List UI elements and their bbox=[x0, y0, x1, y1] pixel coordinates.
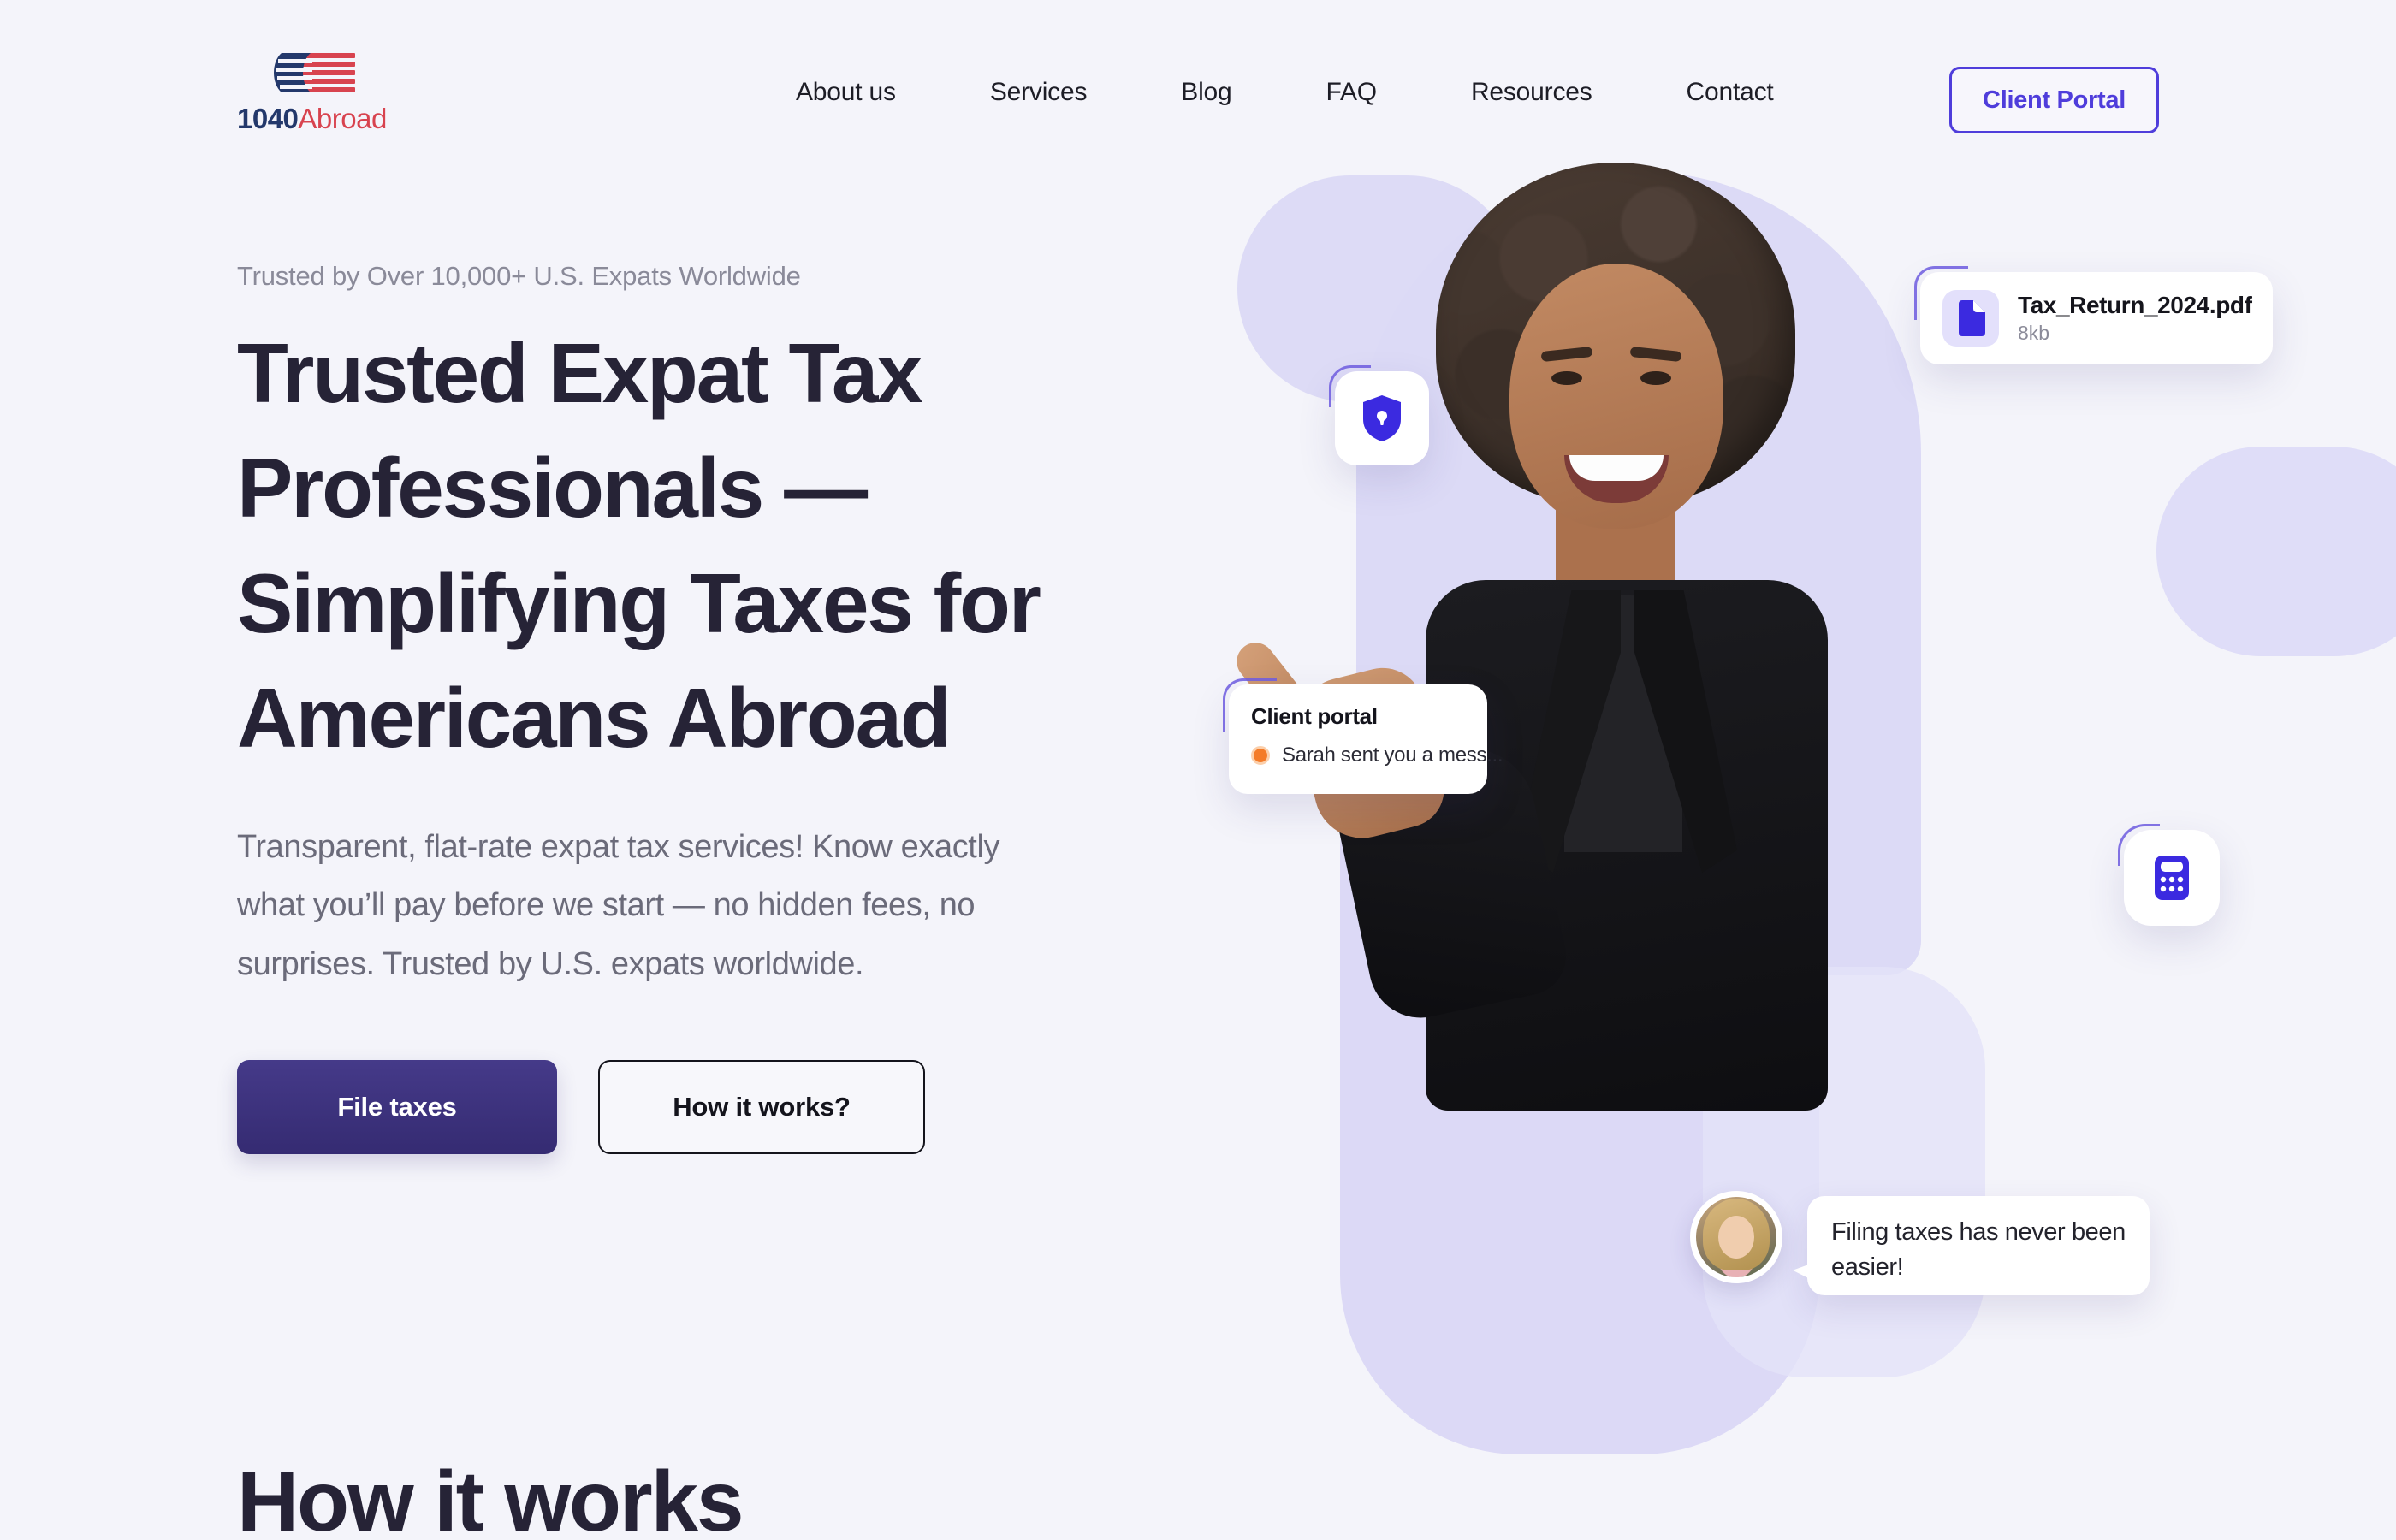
testimonial-avatar bbox=[1690, 1191, 1782, 1283]
site-header: 1040Abroad About us Services Blog FAQ Re… bbox=[0, 0, 2396, 184]
logo-word-secondary: Abroad bbox=[298, 103, 387, 134]
calculator-icon bbox=[2155, 856, 2189, 900]
logo-wordmark: 1040Abroad bbox=[237, 103, 434, 135]
hero-eyebrow: Trusted by Over 10,000+ U.S. Expats Worl… bbox=[237, 261, 801, 291]
pdf-document-icon-glyph bbox=[1959, 300, 1985, 336]
shield-lock-icon bbox=[1363, 395, 1401, 441]
tax-return-file-card[interactable]: Tax_Return_2024.pdf 8kb bbox=[1914, 266, 2273, 364]
nav-item-resources[interactable]: Resources bbox=[1471, 69, 1592, 116]
page-title: Trusted Expat Tax Professionals — Simpli… bbox=[237, 326, 1041, 765]
file-name: Tax_Return_2024.pdf bbox=[2018, 292, 2252, 318]
us-flag-swoosh-icon bbox=[274, 53, 355, 92]
hero-copy: Trusted by Over 10,000+ U.S. Expats Worl… bbox=[237, 261, 1247, 1155]
hero-cta-group: File taxes How it works? bbox=[237, 1060, 1247, 1155]
hero-person-photo bbox=[1229, 154, 1960, 1181]
file-metadata: Tax_Return_2024.pdf 8kb bbox=[2018, 292, 2252, 345]
notification-dot-icon bbox=[1251, 746, 1270, 765]
client-portal-message: Sarah sent you a mess... bbox=[1282, 743, 1503, 767]
file-size: 8kb bbox=[2018, 322, 2050, 344]
client-portal-card-title: Client portal bbox=[1251, 703, 1378, 729]
testimonial-card: Filing taxes has never been easier! bbox=[1807, 1196, 2150, 1295]
primary-navigation: About us Services Blog FAQ Resources Con… bbox=[796, 0, 1774, 184]
nav-item-services[interactable]: Services bbox=[990, 69, 1088, 116]
logo-word-primary: 1040 bbox=[237, 103, 299, 134]
client-portal-card[interactable]: Client portal Sarah sent you a mess... bbox=[1223, 678, 1503, 794]
client-portal-button[interactable]: Client Portal bbox=[1949, 67, 2159, 133]
person-eye-left bbox=[1551, 371, 1582, 385]
how-it-works-section: How it works bbox=[237, 1454, 2162, 1540]
nav-item-faq[interactable]: FAQ bbox=[1326, 69, 1378, 116]
calculator-card[interactable] bbox=[2118, 824, 2220, 926]
pdf-document-icon bbox=[1942, 290, 1999, 346]
person-eye-right bbox=[1640, 371, 1671, 385]
nav-item-contact[interactable]: Contact bbox=[1687, 69, 1774, 116]
nav-item-about-us[interactable]: About us bbox=[796, 69, 896, 116]
client-portal-notification: Sarah sent you a mess... bbox=[1251, 743, 1503, 767]
hero-subtitle: Transparent, flat-rate expat tax service… bbox=[237, 829, 1000, 982]
landing-page: 1040Abroad About us Services Blog FAQ Re… bbox=[0, 0, 2396, 1540]
how-it-works-button[interactable]: How it works? bbox=[598, 1060, 925, 1155]
how-it-works-title: How it works bbox=[237, 1454, 744, 1540]
avatar-face bbox=[1718, 1216, 1754, 1259]
site-logo[interactable]: 1040Abroad bbox=[237, 51, 434, 135]
decorative-blob-right bbox=[2156, 447, 2396, 656]
security-shield-card[interactable] bbox=[1329, 365, 1429, 465]
nav-item-blog[interactable]: Blog bbox=[1181, 69, 1231, 116]
testimonial-quote: Filing taxes has never been easier! bbox=[1831, 1218, 2126, 1282]
file-taxes-button[interactable]: File taxes bbox=[237, 1060, 557, 1155]
